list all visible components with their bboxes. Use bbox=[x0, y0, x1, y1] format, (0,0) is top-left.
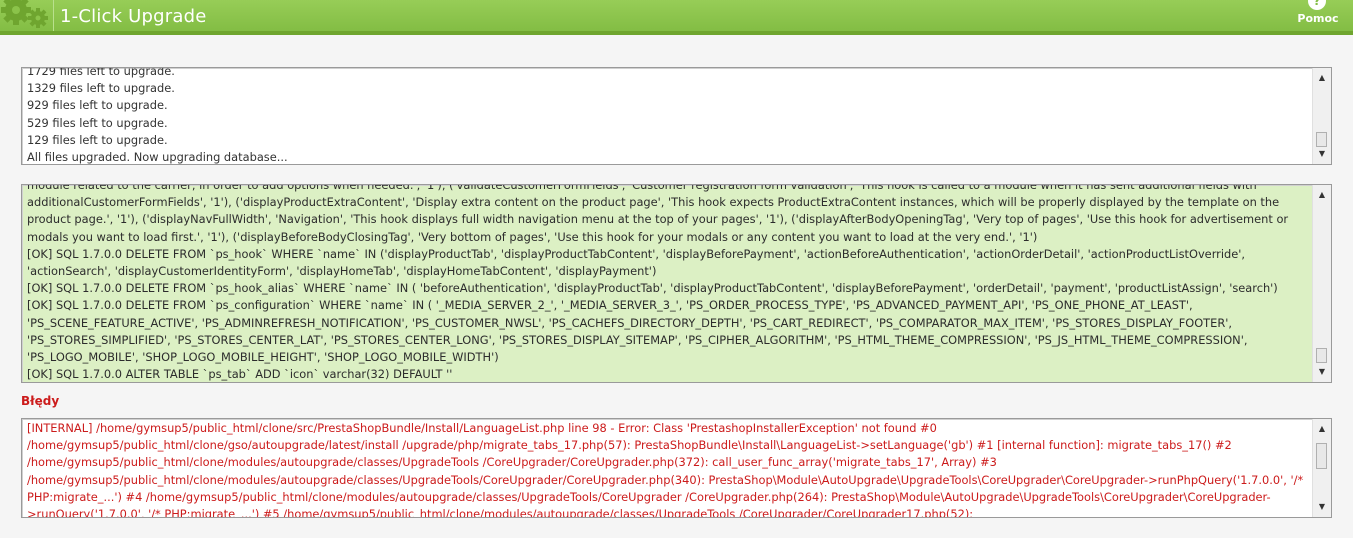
log-line: 529 files left to upgrade. bbox=[27, 115, 168, 130]
log-line: All files upgraded. Now upgrading databa… bbox=[27, 150, 288, 165]
log-line: 1729 files left to upgrade. bbox=[27, 67, 175, 78]
help-button[interactable]: ? Pomoc bbox=[1297, 0, 1339, 31]
sql-lines: module related to the carrier, in order … bbox=[27, 184, 1307, 382]
scroll-thumb[interactable] bbox=[1316, 443, 1327, 469]
error-text: [INTERNAL] /home/gymsup5/public_html/clo… bbox=[27, 421, 1304, 518]
sql-log-scrollbar[interactable]: ▲ ▼ bbox=[1312, 185, 1331, 382]
scroll-up-arrow-icon[interactable]: ▲ bbox=[1313, 70, 1331, 86]
page-title: 1-Click Upgrade bbox=[60, 6, 207, 27]
scroll-down-arrow-icon[interactable]: ▼ bbox=[1313, 146, 1331, 162]
sql-line: [OK] SQL 1.7.0.0 DELETE FROM `ps_hook` W… bbox=[27, 246, 1246, 279]
scroll-down-arrow-icon[interactable]: ▼ bbox=[1313, 364, 1331, 380]
scroll-up-arrow-icon[interactable]: ▲ bbox=[1313, 421, 1331, 437]
top-header: 1-Click Upgrade ? Pomoc bbox=[0, 0, 1353, 35]
errors-heading: Błędy bbox=[21, 394, 60, 408]
header-divider bbox=[53, 0, 54, 31]
log-line: 929 files left to upgrade. bbox=[27, 98, 168, 113]
sql-line: [OK] SQL 1.7.0.0 DELETE FROM `ps_configu… bbox=[27, 298, 1248, 365]
errors-scrollbar[interactable]: ▲ ▼ bbox=[1312, 419, 1331, 517]
sql-query-log[interactable]: module related to the carrier, in order … bbox=[21, 184, 1332, 383]
log-scrollbar[interactable]: ▲ ▼ bbox=[1312, 68, 1331, 164]
scroll-down-arrow-icon[interactable]: ▼ bbox=[1313, 499, 1331, 515]
sql-line: [OK] SQL 1.7.0.0 DELETE FROM `ps_hook_al… bbox=[27, 281, 1278, 296]
sql-line: [OK] SQL 1.7.0.0 ALTER TABLE `ps_tab` AD… bbox=[27, 367, 453, 382]
upgrade-progress-log[interactable]: 1729 files left to upgrade. 1329 files l… bbox=[21, 67, 1332, 165]
question-icon: ? bbox=[1308, 0, 1326, 10]
scroll-up-arrow-icon[interactable]: ▲ bbox=[1313, 187, 1331, 203]
help-label: Pomoc bbox=[1297, 12, 1339, 25]
scroll-thumb[interactable] bbox=[1316, 132, 1327, 147]
gears-icon bbox=[1, 0, 48, 28]
log-line: 129 files left to upgrade. bbox=[27, 132, 168, 147]
log-line: 1329 files left to upgrade. bbox=[27, 81, 175, 96]
errors-log[interactable]: [INTERNAL] /home/gymsup5/public_html/clo… bbox=[21, 418, 1332, 518]
scroll-thumb[interactable] bbox=[1316, 348, 1327, 363]
sql-line: module related to the carrier, in order … bbox=[27, 184, 1289, 244]
log-lines: 1729 files left to upgrade. 1329 files l… bbox=[27, 67, 1307, 165]
